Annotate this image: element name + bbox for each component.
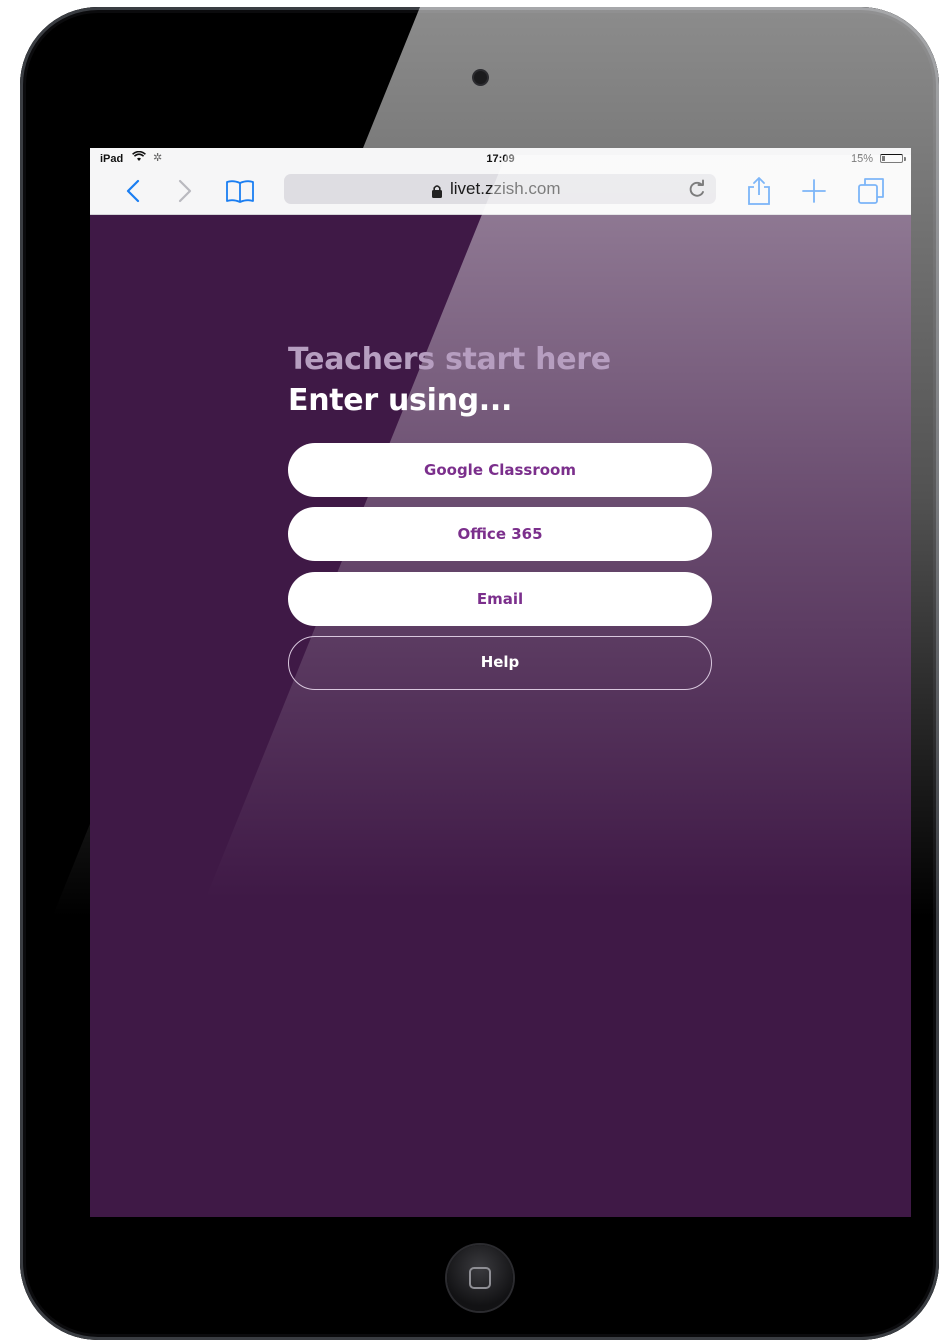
reload-icon[interactable] <box>686 178 708 200</box>
google-classroom-button[interactable]: Google Classroom <box>288 443 712 497</box>
address-bar[interactable]: livet.zzish.com <box>284 174 716 204</box>
help-button[interactable]: Help <box>288 636 712 690</box>
safari-toolbar: livet.zzish.com <box>90 168 911 215</box>
battery-nub <box>904 157 906 161</box>
bookmarks-icon[interactable] <box>224 175 256 207</box>
page-title: Teachers start here <box>288 342 611 377</box>
office-365-button[interactable]: Office 365 <box>288 507 712 561</box>
add-tab-icon[interactable] <box>798 175 830 207</box>
screen: iPad ✲ 17:09 15% livet.zzish.com Teacher… <box>90 148 911 1217</box>
battery-percent: 15% <box>850 153 873 165</box>
battery-icon <box>880 154 906 163</box>
url-text: livet.zzish.com <box>450 179 561 198</box>
status-time: 17:09 <box>486 153 515 165</box>
web-content: Teachers start here Enter using... Googl… <box>90 155 911 1217</box>
home-button[interactable] <box>447 1245 513 1311</box>
share-icon[interactable] <box>743 175 775 207</box>
home-square-icon <box>469 1267 491 1289</box>
forward-icon[interactable] <box>168 175 200 207</box>
status-bar: iPad ✲ 17:09 15% <box>90 148 911 168</box>
battery-fill <box>882 156 885 161</box>
tabs-icon[interactable] <box>855 175 887 207</box>
front-camera <box>474 71 487 84</box>
lock-icon <box>431 183 443 198</box>
ipad-device: iPad ✲ 17:09 15% livet.zzish.com Teacher… <box>20 7 939 1340</box>
page-subtitle: Enter using... <box>288 383 513 418</box>
back-icon[interactable] <box>118 175 150 207</box>
email-button[interactable]: Email <box>288 572 712 626</box>
